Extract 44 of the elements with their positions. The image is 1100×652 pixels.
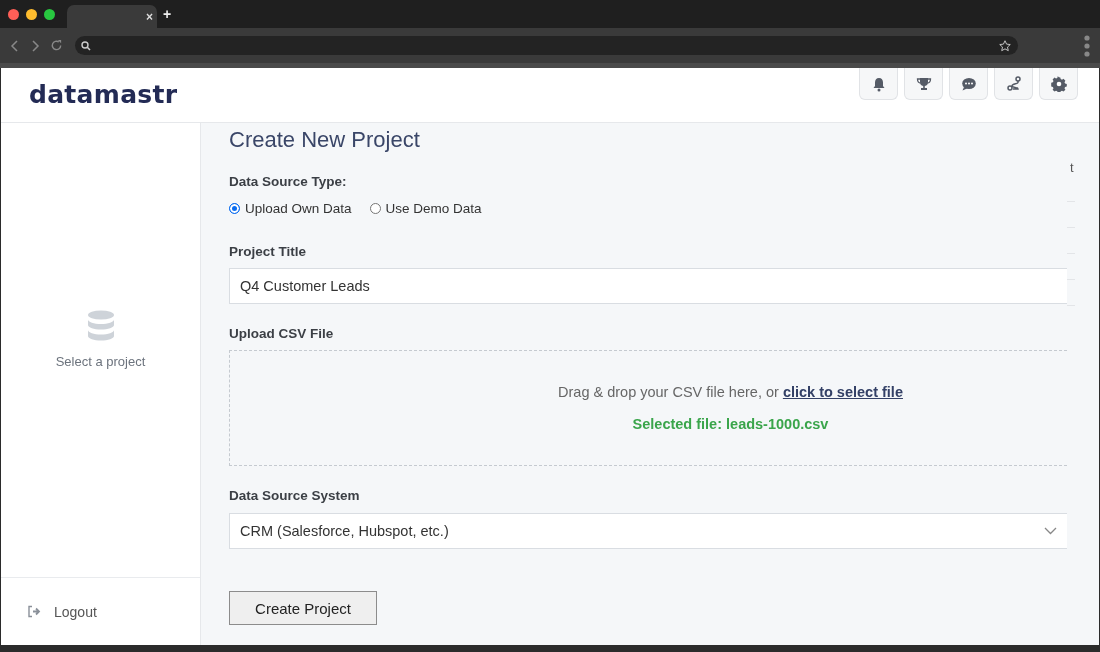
browser-tab[interactable]: × xyxy=(67,5,157,28)
field-label: Upload CSV File xyxy=(229,325,335,343)
forward-icon[interactable] xyxy=(30,38,40,53)
radio-button[interactable] xyxy=(229,203,240,214)
trophy-button[interactable] xyxy=(904,68,943,100)
file-drop-zone[interactable]: Drag & drop your CSV file here, or click to select file Selected file: leads-1000.csv xyxy=(229,350,1067,466)
route-button[interactable] xyxy=(994,68,1033,100)
field-label: Data Source Type: xyxy=(229,173,348,191)
reload-icon[interactable] xyxy=(50,39,63,52)
select-file-link[interactable]: click to select file xyxy=(782,384,903,400)
database-icon xyxy=(86,309,115,342)
notification-bell-button[interactable] xyxy=(859,68,898,100)
back-icon[interactable] xyxy=(10,38,20,53)
search-icon xyxy=(81,40,91,51)
logout-link[interactable]: Logout xyxy=(54,603,97,620)
route-icon xyxy=(1005,75,1022,92)
kebab-menu-icon[interactable] xyxy=(1084,34,1090,57)
tab-close-button[interactable]: × xyxy=(146,9,153,24)
trophy-icon xyxy=(915,75,932,92)
chevron-down-icon xyxy=(1044,527,1057,535)
window-control-icon[interactable] xyxy=(44,8,55,20)
chat-bubble-button[interactable] xyxy=(949,68,988,100)
field-label: Data Source System xyxy=(229,487,361,505)
cut-off-text: t xyxy=(1070,160,1074,175)
chat-bubble-icon xyxy=(960,75,977,92)
settings-gear-icon xyxy=(1050,75,1067,92)
radio-button[interactable] xyxy=(369,203,381,214)
empty-state-text: Select a project xyxy=(55,353,146,369)
drop-instruction-text: Drag & drop your CSV file here, or click to select file xyxy=(558,384,903,400)
logo: datamastr xyxy=(29,80,178,109)
logout-icon xyxy=(27,605,42,618)
page-title: Create New Project xyxy=(229,126,421,154)
radio-label[interactable]: Use Demo Data xyxy=(385,201,482,216)
window-control-icon[interactable] xyxy=(8,8,19,20)
radio-label[interactable]: Upload Own Data xyxy=(245,201,352,216)
project-title-field[interactable]: Q4 Customer Leads xyxy=(229,268,1067,304)
star-icon[interactable] xyxy=(998,38,1012,53)
settings-gear-button[interactable] xyxy=(1039,68,1078,100)
field-label: Project Title xyxy=(229,243,308,261)
new-tab-button[interactable]: + xyxy=(163,6,172,22)
data-source-select[interactable]: CRM (Salesforce, Hubspot, etc.) xyxy=(229,513,1067,549)
selected-file-text: Selected file: leads-1000.csv xyxy=(632,416,829,432)
window-control-icon[interactable] xyxy=(26,8,37,20)
create-project-button[interactable]: Create Project xyxy=(229,591,377,625)
